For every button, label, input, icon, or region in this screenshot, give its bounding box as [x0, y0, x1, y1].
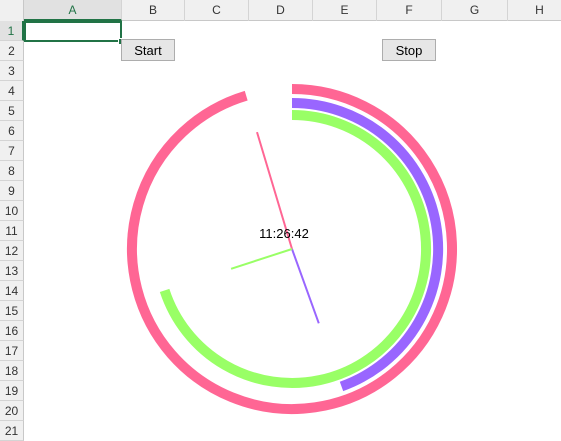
arc-clock — [127, 84, 458, 414]
minute-hand — [291, 248, 320, 324]
start-button[interactable]: Start — [121, 39, 175, 61]
second-arc — [159, 110, 432, 388]
clock-time-label: 11:26:42 — [259, 226, 309, 241]
stop-button[interactable]: Stop — [382, 39, 436, 61]
second-hand — [230, 248, 293, 270]
spreadsheet: A B C D E F G H 1 2 3 4 5 6 7 8 9 10 11 … — [0, 0, 561, 441]
